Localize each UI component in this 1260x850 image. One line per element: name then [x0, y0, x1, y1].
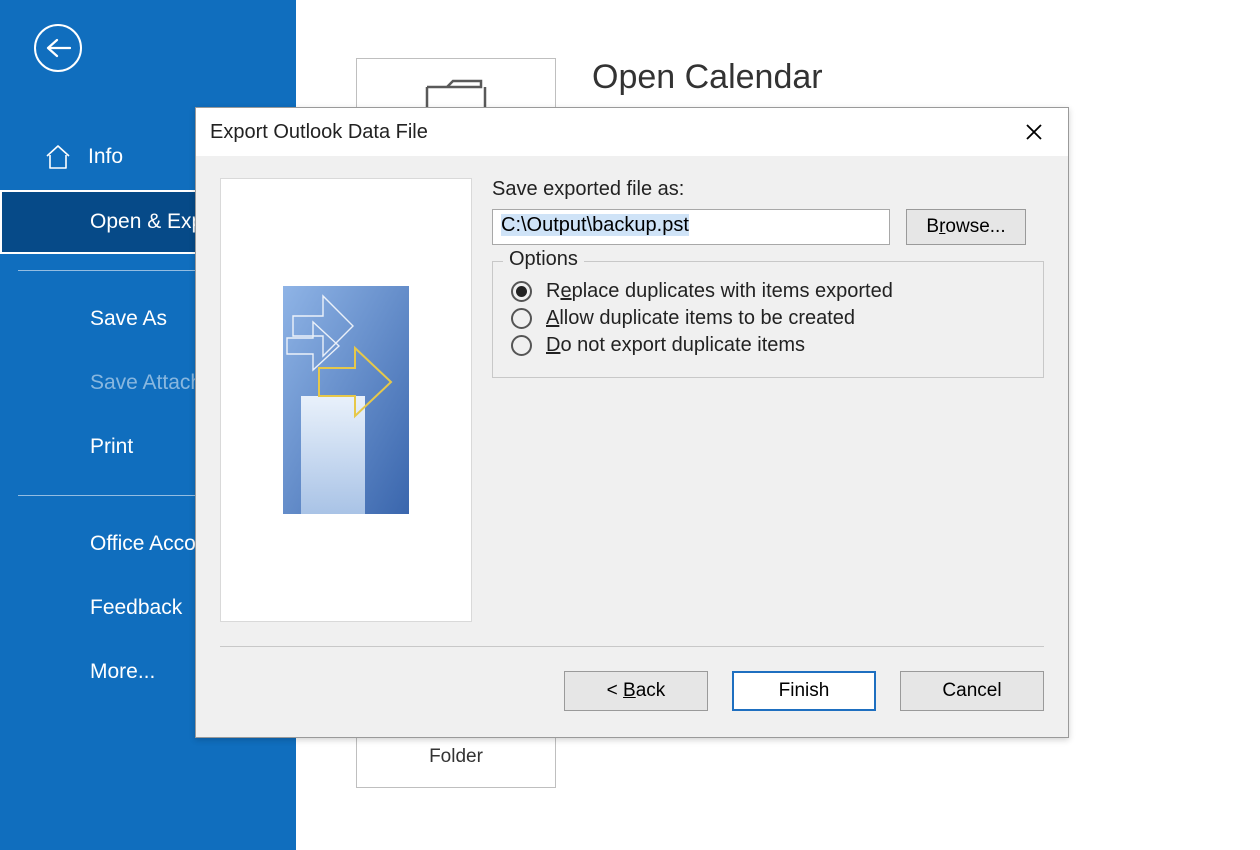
- tile-ouf-line2: Folder: [429, 746, 483, 767]
- nav-info-label: Info: [88, 145, 123, 169]
- export-dialog: Export Outlook Data File: [195, 107, 1069, 738]
- back-button[interactable]: [34, 24, 82, 72]
- options-legend: Options: [503, 248, 584, 271]
- dialog-close-button[interactable]: [1014, 112, 1054, 152]
- file-row: C:\Output\backup.pst Browse...: [492, 209, 1044, 245]
- finish-label: Finish: [779, 680, 830, 701]
- export-art-icon: [283, 286, 409, 514]
- home-icon: [44, 144, 72, 170]
- cancel-label: Cancel: [942, 680, 1001, 701]
- radio-noexport-indicator: [511, 335, 532, 356]
- dialog-form: Save exported file as: C:\Output\backup.…: [492, 178, 1044, 622]
- section-open-calendar: Open Calendar: [592, 58, 823, 97]
- radio-noexport[interactable]: Do not export duplicate items: [511, 334, 1025, 357]
- file-path-value: C:\Output\backup.pst: [501, 214, 689, 236]
- nav-print-label: Print: [90, 435, 133, 459]
- nav-save-as-label: Save As: [90, 307, 167, 331]
- dialog-titlebar: Export Outlook Data File: [196, 108, 1068, 156]
- radio-allow-label: Allow duplicate items to be created: [546, 307, 855, 330]
- browse-underline: r: [939, 216, 945, 237]
- radio-replace-label: Replace duplicates with items exported: [546, 280, 893, 303]
- finish-button[interactable]: Finish: [732, 671, 876, 711]
- radio-replace-indicator: [511, 281, 532, 302]
- cancel-button[interactable]: Cancel: [900, 671, 1044, 711]
- options-group: Options Replace duplicates with items ex…: [492, 261, 1044, 378]
- radio-allow[interactable]: Allow duplicate items to be created: [511, 307, 1025, 330]
- radio-noexport-label: Do not export duplicate items: [546, 334, 805, 357]
- nav-more-label: More...: [90, 660, 155, 684]
- wizard-artwork: [220, 178, 472, 622]
- browse-button[interactable]: Browse...: [906, 209, 1026, 245]
- save-as-label: Save exported file as:: [492, 178, 1044, 201]
- dialog-title: Export Outlook Data File: [210, 121, 428, 144]
- open-calendar-title: Open Calendar: [592, 58, 823, 97]
- dialog-button-row: < Back Finish Cancel: [196, 647, 1068, 735]
- back-button-dialog[interactable]: < Back: [564, 671, 708, 711]
- nav-feedback-label: Feedback: [90, 596, 182, 620]
- radio-replace[interactable]: Replace duplicates with items exported: [511, 280, 1025, 303]
- dialog-body: Save exported file as: C:\Output\backup.…: [196, 156, 1068, 622]
- file-path-input[interactable]: C:\Output\backup.pst: [492, 209, 890, 245]
- close-icon: [1025, 123, 1043, 141]
- radio-allow-indicator: [511, 308, 532, 329]
- arrow-left-icon: [45, 38, 71, 58]
